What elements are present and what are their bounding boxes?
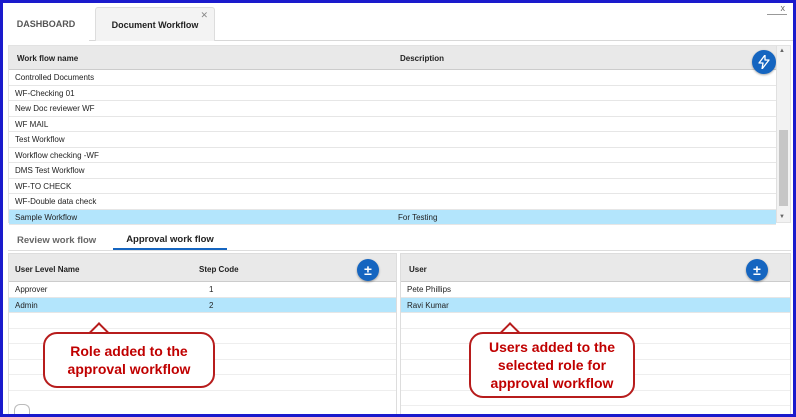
empty-row (9, 313, 396, 329)
user-level-name-cell: Approver (15, 285, 48, 294)
table-row[interactable]: Sample Workflow For Testing (9, 209, 776, 225)
footer-icon[interactable] (14, 404, 30, 414)
workflow-name-cell: WF-Checking 01 (15, 88, 75, 98)
workflow-name-cell: Test Workflow (15, 135, 65, 144)
divider (8, 250, 791, 251)
role-grid-header: User Level Name Step Code ± (9, 254, 396, 282)
user-grid-header: User ± (401, 254, 790, 282)
table-row[interactable]: Test Workflow (9, 132, 776, 148)
window-close-icon[interactable]: x (781, 3, 786, 13)
table-row[interactable]: Pete Phillips (401, 282, 790, 298)
workflow-grid-header: Work flow name Description (9, 46, 776, 74)
scroll-down-icon[interactable]: ▼ (779, 214, 785, 220)
table-row[interactable]: Controlled Documents (9, 70, 776, 86)
table-row[interactable]: New Doc reviewer WF (9, 101, 776, 117)
column-header-user[interactable]: User (409, 265, 427, 274)
table-row[interactable]: WF-Checking 01 (9, 86, 776, 101)
empty-row (401, 313, 790, 329)
column-header-workflow-name[interactable]: Work flow name (17, 54, 78, 63)
divider (767, 14, 787, 15)
step-code-cell: 1 (209, 285, 214, 294)
table-row[interactable]: WF-TO CHECK (9, 179, 776, 194)
table-row[interactable]: Workflow checking -WF (9, 148, 776, 163)
callout-users: Users added to the selected role for app… (469, 332, 635, 398)
scrollbar-thumb[interactable] (779, 130, 788, 206)
vertical-scrollbar[interactable]: ▲ ▼ (776, 46, 790, 222)
table-row[interactable]: WF-Double data check (9, 194, 776, 210)
tab-review-workflow[interactable]: Review work flow (17, 230, 96, 250)
tab-dashboard[interactable]: DASHBOARD (3, 7, 89, 41)
workflow-name-cell: New Doc reviewer WF (15, 104, 95, 113)
scroll-up-icon[interactable]: ▲ (779, 48, 785, 54)
tab-approval-workflow[interactable]: Approval work flow (113, 230, 227, 250)
workflow-name-cell: WF-Double data check (15, 197, 97, 206)
callout-role: Role added to the approval workflow (43, 332, 215, 388)
user-name-cell: Ravi Kumar (407, 300, 449, 310)
user-level-name-cell: Admin (15, 300, 38, 310)
workflow-name-cell: WF MAIL (15, 119, 49, 129)
step-code-cell: 2 (209, 300, 214, 310)
workflow-description-cell: For Testing (398, 212, 438, 222)
workflow-name-cell: Sample Workflow (15, 212, 78, 222)
workflow-name-cell: DMS Test Workflow (15, 166, 85, 175)
plus-minus-icon[interactable]: ± (357, 259, 379, 281)
workflow-name-cell: WF-TO CHECK (15, 181, 72, 191)
table-row[interactable]: Ravi Kumar (401, 297, 790, 313)
workflow-grid-body: Controlled Documents WF-Checking 01 New Do… (9, 70, 776, 225)
workflow-name-cell: Workflow checking -WF (15, 150, 99, 160)
tab-bar: DASHBOARD Document Workflow ✕ x (3, 3, 793, 41)
column-header-description[interactable]: Description (400, 54, 444, 63)
workflow-name-cell: Controlled Documents (15, 73, 95, 82)
close-icon[interactable]: ✕ (200, 10, 208, 21)
workflow-grid: Work flow name Description Controlled Do… (8, 45, 791, 225)
table-row[interactable]: DMS Test Workflow (9, 163, 776, 179)
table-row[interactable]: Admin 2 (9, 297, 396, 313)
column-header-user-level-name[interactable]: User Level Name (15, 265, 79, 274)
tab-label: Document Workflow (111, 19, 199, 30)
user-name-cell: Pete Phillips (407, 285, 452, 294)
tab-document-workflow[interactable]: Document Workflow ✕ (95, 7, 215, 41)
app-frame: DASHBOARD Document Workflow ✕ x Work flo… (0, 0, 796, 417)
plus-minus-icon[interactable]: ± (746, 259, 768, 281)
table-row[interactable]: WF MAIL (9, 117, 776, 132)
table-row[interactable]: Approver 1 (9, 282, 396, 298)
column-header-step-code[interactable]: Step Code (199, 265, 239, 274)
